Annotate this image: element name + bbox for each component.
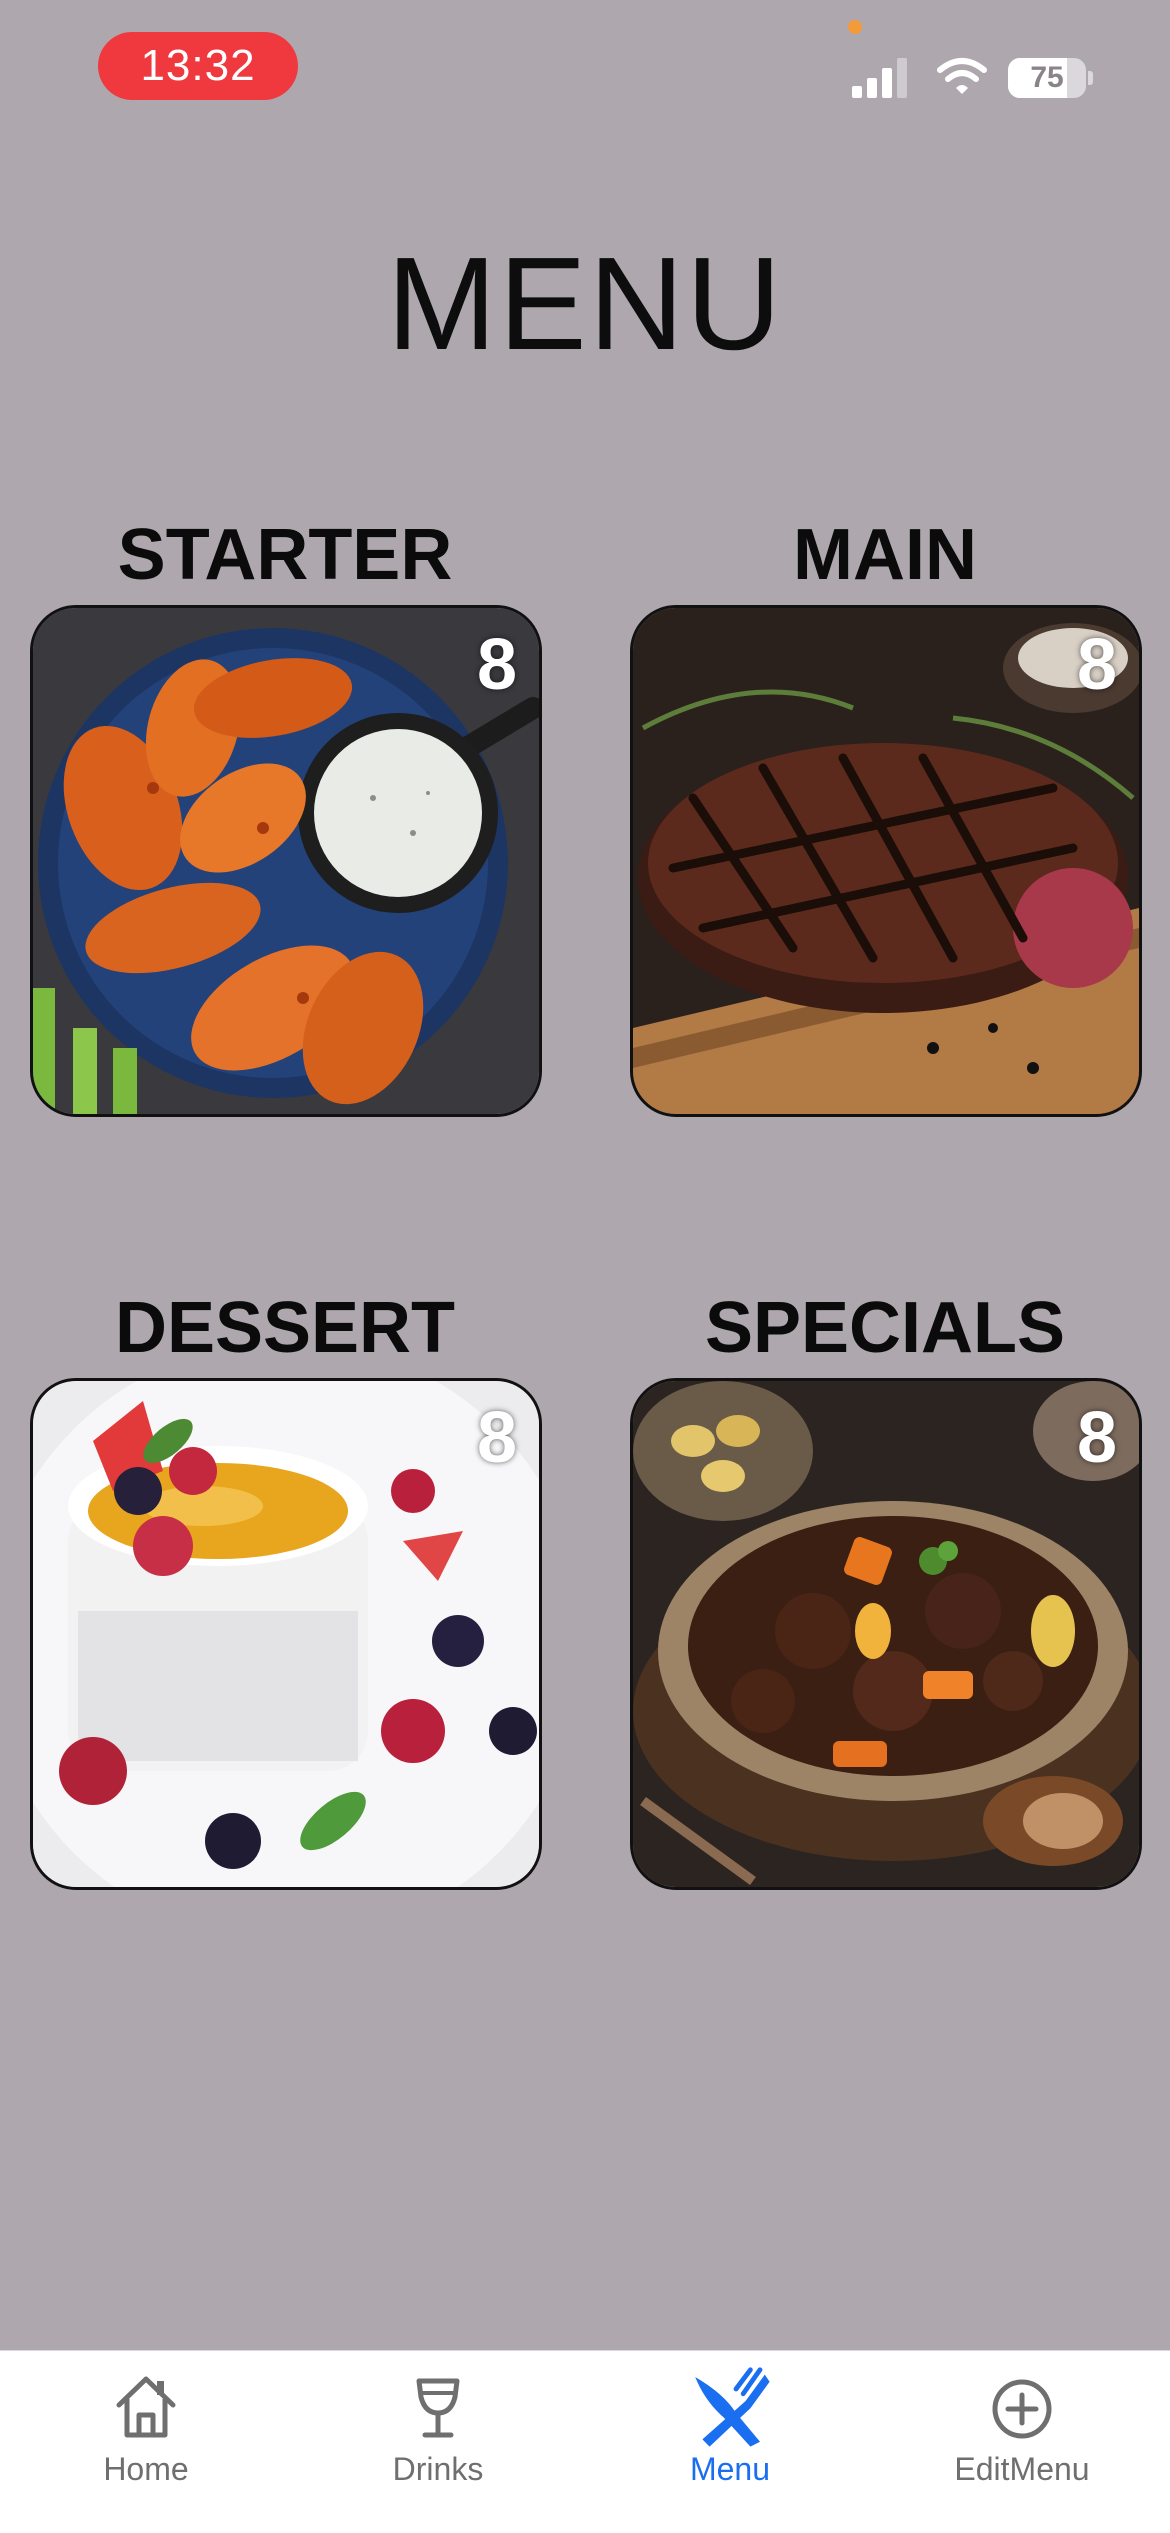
tab-label: Home xyxy=(103,2451,189,2487)
category-label: STARTER xyxy=(117,515,453,595)
category-main: MAIN 8 xyxy=(630,505,1142,1117)
tab-label: Drinks xyxy=(392,2451,484,2487)
battery-body: 75 xyxy=(1008,58,1086,98)
wine-glass-icon xyxy=(416,2378,460,2438)
house-icon xyxy=(116,2376,176,2438)
category-dessert: DESSERT 8 xyxy=(30,1278,542,1890)
category-label: DESSERT xyxy=(114,1288,456,1368)
tab-edit-menu[interactable]: EditMenu xyxy=(876,2351,1168,2501)
beef-stew-image xyxy=(633,1381,1139,1887)
page-title: MENU xyxy=(386,230,784,377)
tab-bar: Home Drinks Menu EditMenu xyxy=(0,2350,1170,2533)
category-starter: STARTER 8 xyxy=(30,505,542,1117)
privacy-indicator-dot xyxy=(848,20,862,34)
chicken-wings-image xyxy=(33,608,539,1114)
item-count-badge: 8 xyxy=(476,625,517,705)
plus-circle-icon xyxy=(992,2379,1052,2439)
creme-brulee-image xyxy=(33,1381,539,1887)
main-card[interactable]: 8 xyxy=(630,605,1142,1117)
item-count-badge: 8 xyxy=(476,1398,517,1478)
cellular-signal-icon xyxy=(852,58,907,98)
dessert-card[interactable]: 8 xyxy=(30,1378,542,1890)
battery-indicator: 75 xyxy=(1008,58,1093,98)
battery-cap xyxy=(1088,71,1093,85)
category-label: MAIN xyxy=(793,515,977,595)
category-specials: SPECIALS 8 xyxy=(630,1278,1142,1890)
tab-drinks[interactable]: Drinks xyxy=(292,2351,584,2501)
tab-home[interactable]: Home xyxy=(0,2351,292,2501)
status-time[interactable]: 13:32 xyxy=(98,32,298,100)
specials-card[interactable]: 8 xyxy=(630,1378,1142,1890)
category-label: SPECIALS xyxy=(704,1288,1066,1368)
starter-card[interactable]: 8 xyxy=(30,605,542,1117)
wifi-icon xyxy=(937,58,987,94)
status-bar: 13:32 75 xyxy=(0,0,1170,140)
fork-knife-icon xyxy=(695,2367,770,2447)
item-count-badge: 8 xyxy=(1076,1398,1117,1478)
tab-label: Menu xyxy=(689,2451,771,2487)
item-count-badge: 8 xyxy=(1076,625,1117,705)
grilled-steak-image xyxy=(633,608,1139,1114)
tab-menu[interactable]: Menu xyxy=(584,2351,876,2501)
tab-label: EditMenu xyxy=(954,2451,1090,2487)
battery-level-text: 75 xyxy=(1030,61,1064,94)
